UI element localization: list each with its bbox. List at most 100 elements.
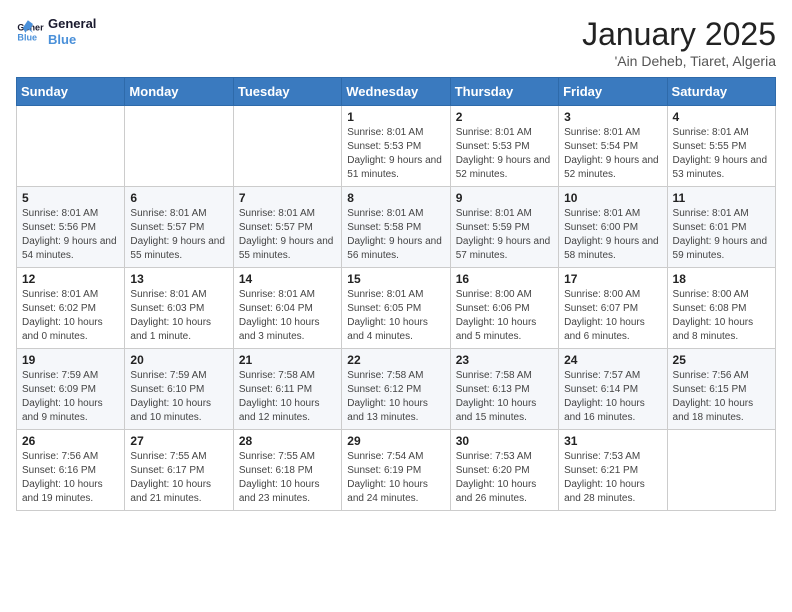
day-info: Sunrise: 7:59 AM Sunset: 6:09 PM Dayligh… (22, 369, 119, 425)
day-number: 23 (456, 353, 553, 367)
calendar-cell: 9Sunrise: 8:01 AM Sunset: 5:59 PM Daylig… (450, 187, 558, 268)
day-number: 15 (347, 272, 444, 286)
calendar-cell: 4 Sunrise: 8:01 AM Sunset: 5:55 PM Daylig… (667, 106, 775, 187)
calendar-cell: 30 Sunrise: 7:53 AM Sunset: 6:20 PM Dayli… (450, 430, 558, 511)
day-number: 18 (673, 272, 770, 286)
day-number: 30 (456, 434, 553, 448)
day-info: Sunrise: 7:58 AM Sunset: 6:11 PM Dayligh… (239, 369, 336, 425)
weekday-header-wednesday: Wednesday (342, 78, 450, 106)
day-info: Sunrise: 8:01 AM Sunset: 5:57 PM Dayligh… (239, 207, 336, 263)
calendar-cell: 21 Sunrise: 7:58 AM Sunset: 6:11 PM Dayli… (233, 349, 341, 430)
calendar-cell (17, 106, 125, 187)
day-info: Sunrise: 8:01 AM Sunset: 5:55 PM Dayligh… (673, 126, 770, 182)
calendar-cell: 8 Sunrise: 8:01 AM Sunset: 5:58 PM Daylig… (342, 187, 450, 268)
weekday-header-row: SundayMondayTuesdayWednesdayThursdayFrid… (17, 78, 776, 106)
day-info: Sunrise: 8:01 AM Sunset: 6:05 PM Dayligh… (347, 288, 444, 344)
day-number: 21 (239, 353, 336, 367)
calendar-cell: 7 Sunrise: 8:01 AM Sunset: 5:57 PM Daylig… (233, 187, 341, 268)
calendar-cell: 17Sunrise: 8:00 AM Sunset: 6:07 PM Dayli… (559, 268, 667, 349)
day-info: Sunrise: 8:01 AM Sunset: 5:54 PM Dayligh… (564, 126, 661, 182)
day-number: 5 (22, 191, 119, 205)
calendar-cell: 19 Sunrise: 7:59 AM Sunset: 6:09 PM Dayli… (17, 349, 125, 430)
day-info: Sunrise: 7:58 AM Sunset: 6:12 PM Dayligh… (347, 369, 444, 425)
calendar-cell (125, 106, 233, 187)
calendar-week-4: 19 Sunrise: 7:59 AM Sunset: 6:09 PM Dayli… (17, 349, 776, 430)
day-number: 12 (22, 272, 119, 286)
calendar-week-1: 1 Sunrise: 8:01 AM Sunset: 5:53 PM Daylig… (17, 106, 776, 187)
day-number: 2 (456, 110, 553, 124)
logo-line2: Blue (48, 32, 96, 48)
calendar-cell: 29Sunrise: 7:54 AM Sunset: 6:19 PM Dayli… (342, 430, 450, 511)
day-info: Sunrise: 8:01 AM Sunset: 6:02 PM Dayligh… (22, 288, 119, 344)
day-number: 24 (564, 353, 661, 367)
calendar-cell: 3 Sunrise: 8:01 AM Sunset: 5:54 PM Daylig… (559, 106, 667, 187)
day-number: 3 (564, 110, 661, 124)
day-number: 8 (347, 191, 444, 205)
location: 'Ain Deheb, Tiaret, Algeria (582, 53, 776, 69)
day-number: 13 (130, 272, 227, 286)
title-block: January 2025 'Ain Deheb, Tiaret, Algeria (582, 16, 776, 69)
day-number: 26 (22, 434, 119, 448)
calendar: SundayMondayTuesdayWednesdayThursdayFrid… (16, 77, 776, 511)
day-info: Sunrise: 8:00 AM Sunset: 6:08 PM Dayligh… (673, 288, 770, 344)
day-info: Sunrise: 8:01 AM Sunset: 6:04 PM Dayligh… (239, 288, 336, 344)
calendar-cell (233, 106, 341, 187)
day-number: 27 (130, 434, 227, 448)
day-number: 31 (564, 434, 661, 448)
day-info: Sunrise: 8:01 AM Sunset: 5:56 PM Dayligh… (22, 207, 119, 263)
day-info: Sunrise: 7:56 AM Sunset: 6:16 PM Dayligh… (22, 450, 119, 506)
day-number: 1 (347, 110, 444, 124)
calendar-cell: 15 Sunrise: 8:01 AM Sunset: 6:05 PM Dayli… (342, 268, 450, 349)
calendar-cell: 28Sunrise: 7:55 AM Sunset: 6:18 PM Dayli… (233, 430, 341, 511)
day-info: Sunrise: 8:01 AM Sunset: 6:03 PM Dayligh… (130, 288, 227, 344)
calendar-cell: 22 Sunrise: 7:58 AM Sunset: 6:12 PM Dayli… (342, 349, 450, 430)
day-number: 11 (673, 191, 770, 205)
day-info: Sunrise: 8:01 AM Sunset: 6:00 PM Dayligh… (564, 207, 661, 263)
day-number: 22 (347, 353, 444, 367)
weekday-header-tuesday: Tuesday (233, 78, 341, 106)
weekday-header-sunday: Sunday (17, 78, 125, 106)
day-number: 6 (130, 191, 227, 205)
logo: General Blue General Blue (16, 16, 96, 47)
calendar-cell: 26 Sunrise: 7:56 AM Sunset: 6:16 PM Dayli… (17, 430, 125, 511)
day-info: Sunrise: 7:58 AM Sunset: 6:13 PM Dayligh… (456, 369, 553, 425)
calendar-cell: 24Sunrise: 7:57 AM Sunset: 6:14 PM Dayli… (559, 349, 667, 430)
month-title: January 2025 (582, 16, 776, 53)
day-number: 19 (22, 353, 119, 367)
day-info: Sunrise: 8:01 AM Sunset: 6:01 PM Dayligh… (673, 207, 770, 263)
day-number: 28 (239, 434, 336, 448)
calendar-cell (667, 430, 775, 511)
day-number: 16 (456, 272, 553, 286)
svg-text:Blue: Blue (17, 32, 37, 42)
day-number: 4 (673, 110, 770, 124)
logo-icon: General Blue (16, 18, 44, 46)
day-info: Sunrise: 8:01 AM Sunset: 5:57 PM Dayligh… (130, 207, 227, 263)
calendar-cell: 10 Sunrise: 8:01 AM Sunset: 6:00 PM Dayli… (559, 187, 667, 268)
calendar-cell: 31 Sunrise: 7:53 AM Sunset: 6:21 PM Dayli… (559, 430, 667, 511)
day-info: Sunrise: 8:01 AM Sunset: 5:59 PM Dayligh… (456, 207, 553, 263)
calendar-cell: 25Sunrise: 7:56 AM Sunset: 6:15 PM Dayli… (667, 349, 775, 430)
calendar-week-5: 26 Sunrise: 7:56 AM Sunset: 6:16 PM Dayli… (17, 430, 776, 511)
calendar-cell: 2 Sunrise: 8:01 AM Sunset: 5:53 PM Daylig… (450, 106, 558, 187)
day-info: Sunrise: 7:53 AM Sunset: 6:20 PM Dayligh… (456, 450, 553, 506)
day-info: Sunrise: 8:01 AM Sunset: 5:58 PM Dayligh… (347, 207, 444, 263)
day-number: 20 (130, 353, 227, 367)
day-info: Sunrise: 8:01 AM Sunset: 5:53 PM Dayligh… (456, 126, 553, 182)
weekday-header-saturday: Saturday (667, 78, 775, 106)
day-number: 29 (347, 434, 444, 448)
calendar-cell: 27 Sunrise: 7:55 AM Sunset: 6:17 PM Dayli… (125, 430, 233, 511)
day-info: Sunrise: 7:55 AM Sunset: 6:17 PM Dayligh… (130, 450, 227, 506)
weekday-header-thursday: Thursday (450, 78, 558, 106)
day-info: Sunrise: 8:00 AM Sunset: 6:07 PM Dayligh… (564, 288, 661, 344)
calendar-week-3: 12 Sunrise: 8:01 AM Sunset: 6:02 PM Dayli… (17, 268, 776, 349)
calendar-week-2: 5 Sunrise: 8:01 AM Sunset: 5:56 PM Daylig… (17, 187, 776, 268)
calendar-cell: 13 Sunrise: 8:01 AM Sunset: 6:03 PM Dayli… (125, 268, 233, 349)
calendar-cell: 11 Sunrise: 8:01 AM Sunset: 6:01 PM Dayli… (667, 187, 775, 268)
calendar-cell: 6 Sunrise: 8:01 AM Sunset: 5:57 PM Daylig… (125, 187, 233, 268)
calendar-cell: 23 Sunrise: 7:58 AM Sunset: 6:13 PM Dayli… (450, 349, 558, 430)
day-info: Sunrise: 7:53 AM Sunset: 6:21 PM Dayligh… (564, 450, 661, 506)
day-number: 25 (673, 353, 770, 367)
day-number: 10 (564, 191, 661, 205)
page-header: General Blue General Blue January 2025 '… (16, 16, 776, 69)
day-number: 7 (239, 191, 336, 205)
